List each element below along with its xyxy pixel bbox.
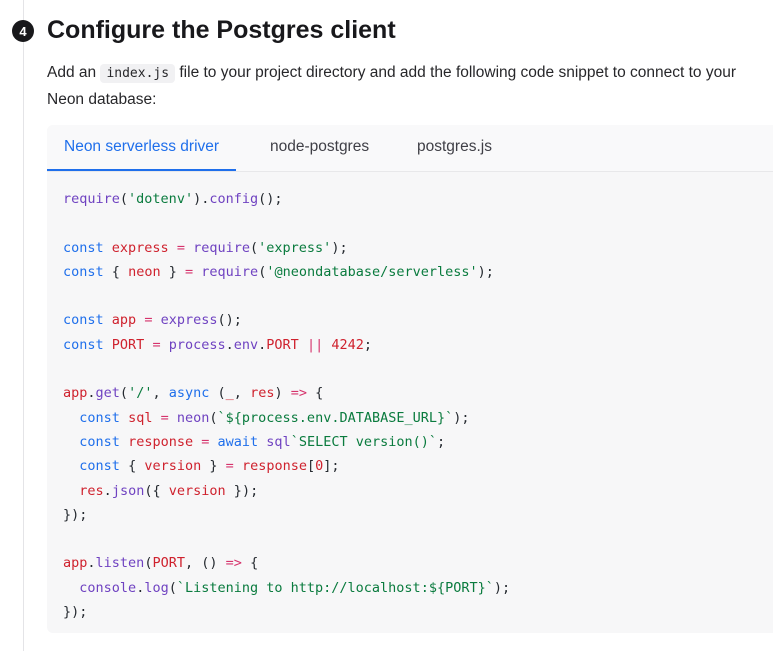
step-timeline-line [23,0,24,651]
code-line: require('dotenv').config(); [63,191,283,207]
code-line: }); [63,506,88,523]
tab-node-postgres[interactable]: node-postgres [270,125,369,171]
step-number-badge: 4 [12,20,34,42]
code-snippet[interactable]: require('dotenv').config(); const express… [63,187,510,624]
code-block-card: Neon serverless driver node-postgres pos… [47,125,773,633]
intro-paragraph: Add an index.js file to your project dir… [47,60,762,113]
code-line: const { version } = response[0]; [79,458,340,475]
inline-code-filename: index.js [100,64,176,83]
code-line: const PORT = process.env.PORT || 4242; [63,336,373,353]
code-line: console.log(`Listening to http://localho… [79,579,511,596]
code-line: const { neon } = require('@neondatabase/… [63,263,494,280]
code-line: app.listen(PORT, () => { [63,555,259,572]
code-line: const app = express(); [63,312,242,329]
code-line: const express = require('express'); [63,239,348,256]
code-line: app.get('/', async (_, res) => { [63,385,324,402]
code-line: const sql = neon(`${process.env.DATABASE… [79,409,470,426]
code-tab-bar: Neon serverless driver node-postgres pos… [47,125,773,172]
code-line: res.json({ version }); [79,482,259,499]
code-line: }); [63,604,88,621]
code-line: const response = await sql`SELECT versio… [79,433,446,450]
step-title: Configure the Postgres client [47,16,396,44]
tab-neon-serverless-driver[interactable]: Neon serverless driver [47,125,237,171]
intro-text-before: Add an [47,64,101,81]
tab-postgres-js[interactable]: postgres.js [417,125,492,171]
